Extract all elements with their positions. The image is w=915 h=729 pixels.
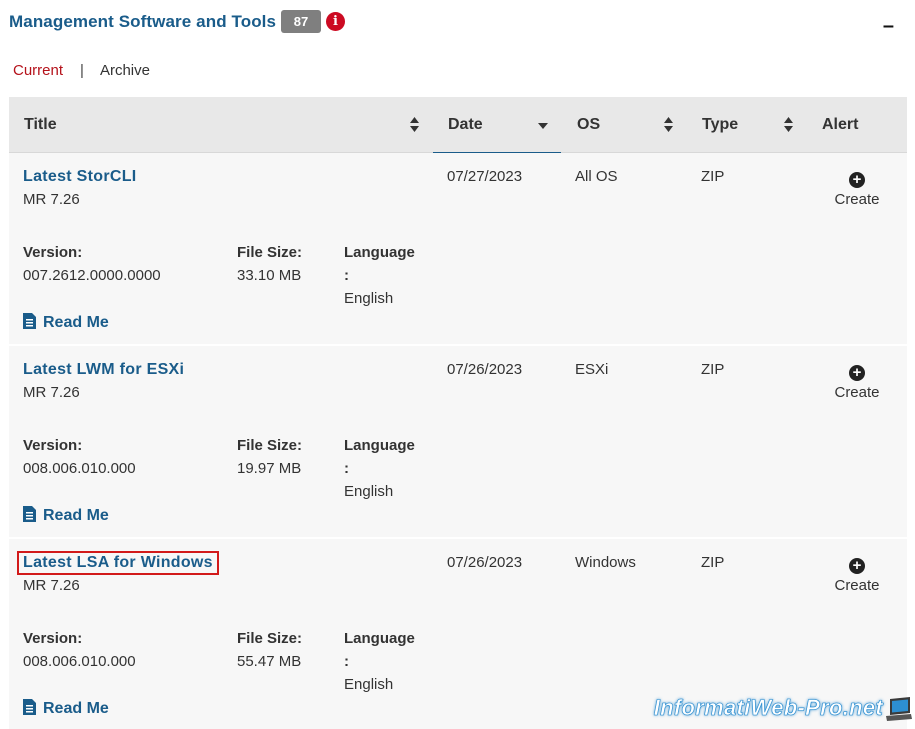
section-header: Management Software and Tools 87 i – — [9, 8, 906, 38]
language-label: Language — [344, 630, 415, 647]
plus-circle-icon: + — [849, 172, 865, 188]
row-subtitle: MR 7.26 — [23, 384, 80, 401]
file-size-label: File Size: — [237, 437, 303, 454]
document-icon — [23, 506, 36, 522]
column-date[interactable]: Date — [448, 97, 483, 153]
read-me-link[interactable]: Read Me — [23, 313, 109, 332]
language-colon: : — [344, 460, 349, 477]
laptop-logo-icon — [886, 697, 912, 721]
column-title[interactable]: Title — [24, 97, 57, 153]
create-label: Create — [834, 384, 880, 401]
column-title-label: Title — [24, 116, 57, 133]
create-label: Create — [834, 191, 880, 208]
table-header: Title Date OS Type Alert — [9, 97, 907, 154]
language-label: Language — [344, 437, 415, 454]
row-date: 07/26/2023 — [447, 361, 523, 378]
file-size-value: 55.47 MB — [237, 653, 302, 670]
sort-desc-icon[interactable] — [537, 122, 549, 130]
create-alert-button[interactable]: + Create — [827, 172, 887, 208]
language-value: English — [344, 483, 394, 500]
info-icon[interactable]: i — [326, 12, 345, 31]
row-subtitle: MR 7.26 — [23, 577, 80, 594]
tabs: Current | Archive — [13, 62, 150, 79]
document-icon — [23, 699, 36, 715]
row-type: ZIP — [701, 168, 725, 185]
section-title: Management Software and Tools — [9, 12, 277, 31]
count-badge: 87 — [281, 10, 321, 33]
table-row: Latest StorCLI MR 7.26 07/27/2023 All OS… — [9, 153, 907, 346]
row-subtitle: MR 7.26 — [23, 191, 80, 208]
language-colon: : — [344, 653, 349, 670]
table-row: Latest LWM for ESXi MR 7.26 07/26/2023 E… — [9, 346, 907, 539]
language-value: English — [344, 290, 394, 307]
column-alert-label: Alert — [822, 116, 859, 133]
row-os: All OS — [575, 168, 618, 185]
watermark: InformatiWeb-Pro.net — [653, 695, 883, 721]
row-type: ZIP — [701, 554, 725, 571]
plus-circle-icon: + — [849, 365, 865, 381]
sort-icon[interactable] — [663, 116, 674, 133]
file-size-value: 19.97 MB — [237, 460, 302, 477]
read-me-label: Read Me — [43, 700, 109, 717]
document-icon — [23, 313, 36, 329]
column-alert: Alert — [822, 97, 858, 153]
collapse-icon[interactable]: – — [883, 16, 894, 36]
file-size-value: 33.10 MB — [237, 267, 302, 284]
version-value: 008.006.010.000 — [23, 653, 136, 670]
tab-separator: | — [80, 62, 84, 79]
row-title-link[interactable]: Latest LSA for Windows — [17, 551, 219, 575]
read-me-link[interactable]: Read Me — [23, 699, 109, 718]
column-os-label: OS — [577, 116, 601, 133]
language-value: English — [344, 676, 394, 693]
row-date: 07/27/2023 — [447, 168, 523, 185]
create-alert-button[interactable]: + Create — [827, 365, 887, 401]
plus-circle-icon: + — [849, 558, 865, 574]
read-me-label: Read Me — [43, 507, 109, 524]
read-me-label: Read Me — [43, 314, 109, 331]
version-value: 007.2612.0000.0000 — [23, 267, 161, 284]
tab-archive[interactable]: Archive — [100, 62, 150, 79]
row-title-link[interactable]: Latest StorCLI — [23, 168, 137, 186]
version-label: Version: — [23, 630, 83, 647]
column-os[interactable]: OS — [577, 97, 600, 153]
row-title-link[interactable]: Latest LWM for ESXi — [23, 361, 184, 379]
downloads-table: Title Date OS Type Alert Latest StorCLI … — [9, 97, 907, 729]
version-label: Version: — [23, 437, 83, 454]
row-type: ZIP — [701, 361, 725, 378]
column-type[interactable]: Type — [702, 97, 738, 153]
create-alert-button[interactable]: + Create — [827, 558, 887, 594]
language-colon: : — [344, 267, 349, 284]
read-me-link[interactable]: Read Me — [23, 506, 109, 525]
tab-current[interactable]: Current — [13, 62, 63, 79]
row-os: ESXi — [575, 361, 609, 378]
row-date: 07/26/2023 — [447, 554, 523, 571]
sort-icon[interactable] — [783, 116, 794, 133]
version-label: Version: — [23, 244, 83, 261]
row-os: Windows — [575, 554, 636, 571]
column-date-label: Date — [448, 116, 483, 133]
version-value: 008.006.010.000 — [23, 460, 136, 477]
create-label: Create — [834, 577, 880, 594]
sort-icon[interactable] — [409, 116, 420, 133]
language-label: Language — [344, 244, 415, 261]
column-type-label: Type — [702, 116, 739, 133]
file-size-label: File Size: — [237, 244, 303, 261]
file-size-label: File Size: — [237, 630, 303, 647]
